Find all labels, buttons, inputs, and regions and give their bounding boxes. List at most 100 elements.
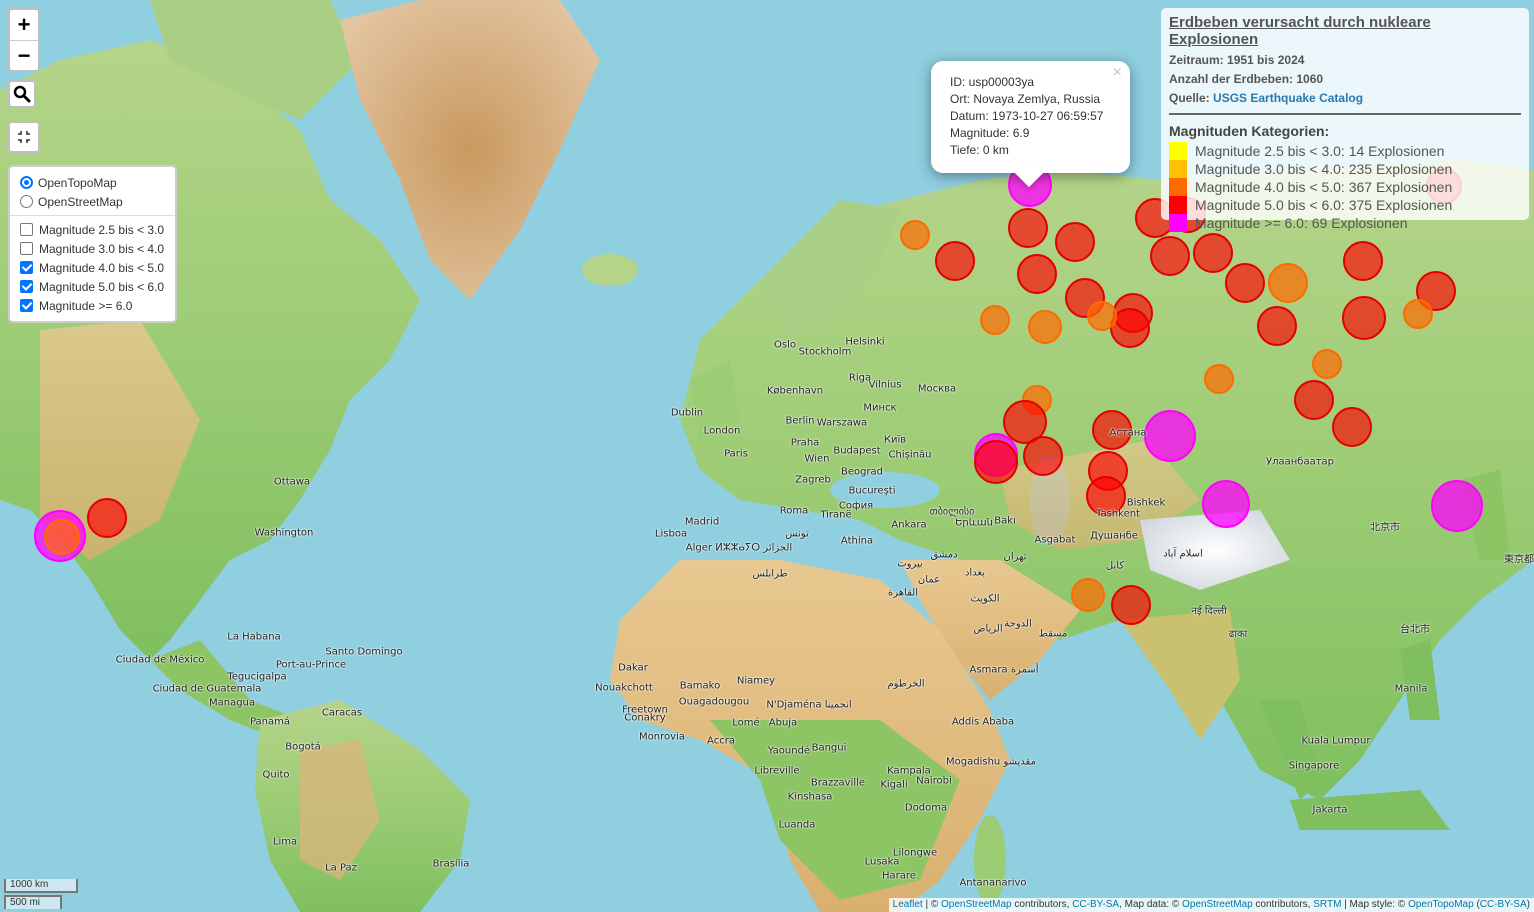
earthquake-marker[interactable]: [1193, 233, 1233, 273]
earthquake-marker[interactable]: [1332, 407, 1372, 447]
base-layer-openstreetmap[interactable]: OpenStreetMap: [20, 192, 167, 211]
iceland: [582, 254, 638, 286]
quelle-link[interactable]: USGS Earthquake Catalog: [1213, 91, 1363, 105]
earthquake-marker[interactable]: [1087, 301, 1117, 331]
earthquake-marker[interactable]: [87, 498, 127, 538]
city-label: Ciudad de Guatemala: [152, 683, 262, 695]
earthquake-marker[interactable]: [1431, 480, 1483, 532]
earthquake-marker[interactable]: [974, 440, 1018, 484]
city-label: Port-au-Prince: [275, 659, 347, 671]
earthquake-marker[interactable]: [1202, 480, 1250, 528]
earthquake-marker[interactable]: [1055, 222, 1095, 262]
overlay-label: Magnitude 4.0 bis < 5.0: [39, 260, 165, 275]
city-label: الكويت: [970, 593, 1000, 605]
earthquake-marker[interactable]: [1017, 254, 1057, 294]
earthquake-marker[interactable]: [1023, 436, 1063, 476]
overlay-mag-6-0[interactable]: Magnitude >= 6.0: [20, 296, 167, 315]
city-label: Jakarta: [1312, 804, 1348, 816]
city-label: طرابلس: [752, 568, 788, 580]
overlay-label: Magnitude >= 6.0: [39, 298, 133, 313]
city-label: Ottawa: [273, 476, 311, 488]
city-label: Abuja: [768, 717, 798, 729]
city-label: Улаанбаатар: [1265, 456, 1335, 468]
radio-opentopomap[interactable]: [20, 176, 33, 189]
leaflet-link[interactable]: Leaflet: [893, 899, 923, 910]
earthquake-marker[interactable]: [980, 305, 1010, 335]
earthquake-marker[interactable]: [1071, 578, 1105, 612]
earthquake-marker[interactable]: [900, 220, 930, 250]
zoom-in-button[interactable]: +: [10, 10, 38, 40]
overlay-mag-2-5[interactable]: Magnitude 2.5 bis < 3.0: [20, 220, 167, 239]
category-row: Magnitude 4.0 bis < 5.0: 367 Explosionen: [1169, 178, 1521, 196]
city-label: Alger ⵍⵣⵣⴰⵢⵔ الجزائر: [685, 542, 793, 554]
earthquake-marker[interactable]: [1111, 585, 1151, 625]
earthquake-marker[interactable]: [1225, 263, 1265, 303]
city-label: Nouakchott: [595, 682, 653, 694]
base-layer-opentopomap[interactable]: OpenTopoMap: [20, 173, 167, 192]
earthquake-marker[interactable]: [44, 519, 80, 555]
category-label: Magnitude 5.0 bis < 6.0: 375 Explosionen: [1195, 197, 1453, 213]
earthquake-marker[interactable]: [1268, 263, 1308, 303]
cc-by-sa-link[interactable]: CC-BY-SA: [1072, 899, 1119, 910]
earthquake-marker[interactable]: [1150, 236, 1190, 276]
opentopomap-link[interactable]: OpenTopoMap: [1408, 899, 1474, 910]
checkbox-mag-5-0[interactable]: [20, 280, 33, 293]
earthquake-marker[interactable]: [1403, 299, 1433, 329]
earthquake-marker[interactable]: [1312, 349, 1342, 379]
fullscreen-button[interactable]: [8, 121, 40, 153]
earthquake-marker[interactable]: [1028, 310, 1062, 344]
radio-openstreetmap[interactable]: [20, 195, 33, 208]
zoom-out-button[interactable]: −: [10, 40, 38, 70]
attrib-text: | ©: [922, 899, 941, 910]
city-label: København: [766, 385, 824, 397]
checkbox-mag-2-5[interactable]: [20, 223, 33, 236]
popup-tiefe: Tiefe: 0 km: [950, 143, 1009, 157]
overlay-label: Magnitude 2.5 bis < 3.0: [39, 222, 165, 237]
fullscreen-icon: [18, 131, 30, 143]
city-label: Warszawa: [816, 417, 868, 429]
search-button[interactable]: [8, 80, 36, 108]
earthquake-marker[interactable]: [1343, 241, 1383, 281]
earthquake-marker[interactable]: [1008, 208, 1048, 248]
earthquake-marker[interactable]: [1144, 410, 1196, 462]
city-label: Berlin: [785, 415, 815, 427]
city-label: Madrid: [684, 516, 720, 528]
city-label: Астана: [1109, 427, 1147, 439]
city-label: Praha: [790, 437, 820, 449]
earthquake-marker[interactable]: [1294, 380, 1334, 420]
srtm-link[interactable]: SRTM: [1313, 899, 1341, 910]
city-label: Managua: [208, 697, 256, 709]
city-label: Asmara أسمرة: [969, 664, 1039, 676]
category-swatch: [1169, 214, 1187, 232]
city-label: Lima: [272, 836, 298, 848]
popup-id: ID: usp00003ya: [950, 75, 1035, 89]
osm-link[interactable]: OpenStreetMap: [941, 899, 1012, 910]
attrib-text: , Map data: ©: [1119, 899, 1183, 910]
osm-link[interactable]: OpenStreetMap: [1182, 899, 1253, 910]
city-label: Budapest: [833, 445, 881, 457]
attrib-text: | Map style: ©: [1341, 899, 1409, 910]
checkbox-mag-4-0[interactable]: [20, 261, 33, 274]
earthquake-marker[interactable]: [1342, 296, 1386, 340]
overlay-mag-5-0[interactable]: Magnitude 5.0 bis < 6.0: [20, 277, 167, 296]
overlay-mag-3-0[interactable]: Magnitude 3.0 bis < 4.0: [20, 239, 167, 258]
earthquake-marker[interactable]: [1257, 306, 1297, 346]
earthquake-marker[interactable]: [1204, 364, 1234, 394]
city-label: Dakar: [618, 662, 648, 674]
popup-close-button[interactable]: ×: [1113, 64, 1122, 81]
earthquake-marker[interactable]: [935, 241, 975, 281]
checkbox-mag-3-0[interactable]: [20, 242, 33, 255]
city-label: Quito: [262, 769, 290, 781]
city-label: Roma: [779, 505, 809, 517]
city-label: اسلام آباد: [1163, 548, 1203, 560]
city-label: Washington: [254, 527, 314, 539]
city-label: Ciudad de México: [115, 654, 205, 666]
overlay-mag-4-0[interactable]: Magnitude 4.0 bis < 5.0: [20, 258, 167, 277]
cc-by-sa-link[interactable]: CC-BY-SA: [1480, 899, 1527, 910]
city-label: Luanda: [778, 819, 816, 831]
city-label: Bishkek: [1126, 497, 1166, 509]
city-label: Manila: [1394, 683, 1428, 695]
city-label: 台北市: [1400, 624, 1430, 636]
city-label: Bamako: [679, 680, 721, 692]
checkbox-mag-6-0[interactable]: [20, 299, 33, 312]
